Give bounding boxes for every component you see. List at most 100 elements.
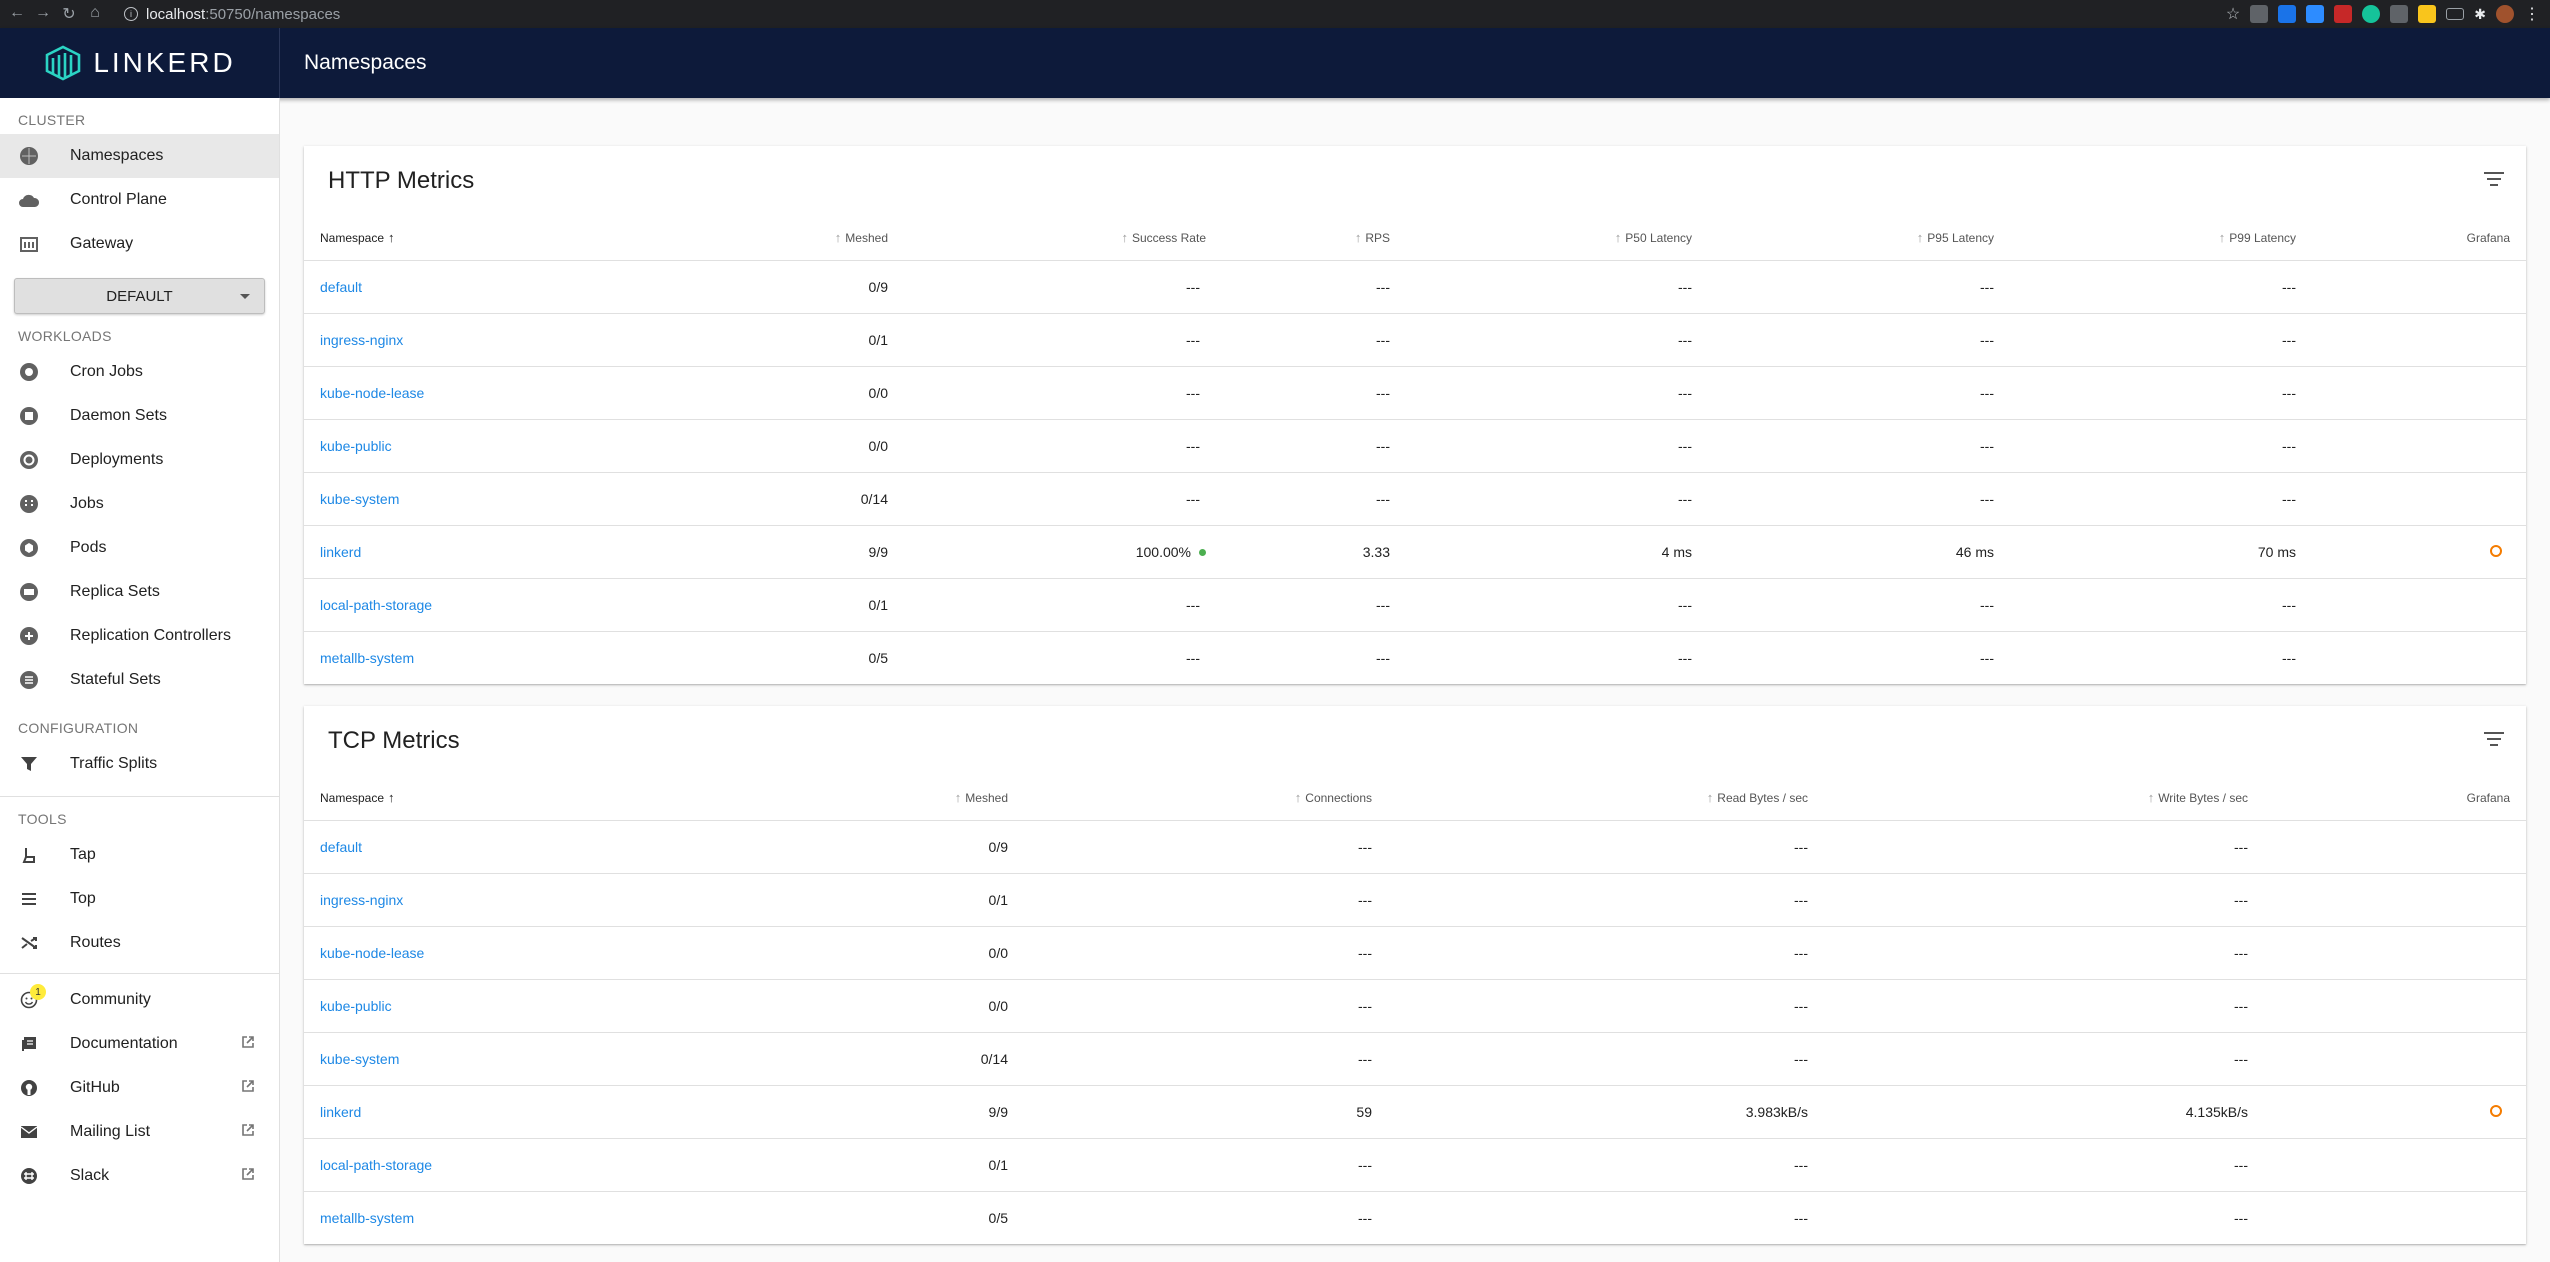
namespace-link[interactable]: linkerd [304,1085,724,1139]
sidebar-item-replication-controllers[interactable]: Replication Controllers [0,614,279,658]
meshed-cell: 9/9 [604,525,904,579]
column-header-namespace[interactable]: Namespace ↑ [304,776,724,821]
sidebar-item-pods[interactable]: Pods [0,526,279,570]
filter-icon [18,753,40,775]
namespace-link[interactable]: metallb-system [304,1191,724,1244]
extension-icon[interactable] [2362,5,2381,23]
card-title: TCP Metrics [304,706,2526,776]
sidebar-item-top[interactable]: Top [0,877,279,921]
menu-icon[interactable]: ⋮ [2524,4,2540,24]
extension-icon[interactable] [2306,5,2325,23]
sidebar-item-jobs[interactable]: Jobs [0,482,279,526]
reload-icon[interactable]: ↻ [56,4,82,24]
namespace-link[interactable]: ingress-nginx [304,313,604,367]
column-header-meshed[interactable]: ↑ Meshed [724,776,1024,821]
grafana-icon[interactable] [2490,1104,2502,1117]
sidebar-item-deployments[interactable]: Deployments [0,438,279,482]
sidebar-item-routes[interactable]: Routes [0,921,279,965]
sidebar-item-namespaces[interactable]: Namespaces [0,134,279,178]
namespace-link[interactable]: local-path-storage [304,1138,724,1192]
column-header-p95[interactable]: ↑ P95 Latency [1708,216,2010,261]
namespace-link[interactable]: local-path-storage [304,578,604,632]
write-bytes-cell: --- [1824,979,2264,1033]
column-header-meshed[interactable]: ↑ Meshed [604,216,904,261]
section-label-tools: TOOLS [18,811,67,827]
sidebar-item-gateway[interactable]: Gateway [0,222,279,266]
sidebar-item-traffic-splits[interactable]: Traffic Splits [0,742,279,786]
column-header-read-bytes[interactable]: ↑ Read Bytes / sec [1388,776,1824,821]
filter-list-icon[interactable] [2484,172,2504,188]
connections-cell: --- [1024,1138,1388,1192]
section-label-configuration: CONFIGURATION [18,720,139,736]
puzzle-icon[interactable]: ✱ [2474,6,2486,23]
info-icon[interactable]: i [124,7,138,21]
table-row: linkerd 9/9 59 3.983kB/s 4.135kB/s [304,1085,2526,1139]
namespace-link[interactable]: metallb-system [304,631,604,684]
extension-icon[interactable] [2278,5,2297,23]
column-header-grafana: Grafana [2264,776,2526,821]
forward-icon[interactable]: → [30,4,56,24]
column-header-p99[interactable]: ↑ P99 Latency [2010,216,2312,261]
table-row: kube-system 0/14 --- --- --- --- --- [304,472,2526,526]
extension-icon[interactable] [2334,5,2353,23]
address-bar[interactable]: i localhost:50750/namespaces [124,6,340,23]
meshed-cell: 9/9 [724,1085,1024,1139]
filter-list-icon[interactable] [2484,732,2504,748]
p50-cell: --- [1406,472,1708,526]
sidebar-item-community[interactable]: 1 Community [0,978,279,1022]
p95-cell: --- [1708,260,2010,314]
cron-jobs-icon [18,361,40,383]
namespace-link[interactable]: kube-system [304,472,604,526]
connections-cell: 59 [1024,1085,1388,1139]
grafana-icon[interactable] [2490,544,2502,557]
extension-icon[interactable] [2390,5,2409,23]
table-row: kube-node-lease 0/0 --- --- --- --- --- [304,366,2526,420]
sidebar-item-documentation[interactable]: Documentation [0,1022,279,1066]
success-rate-value: --- [1186,384,1200,401]
table-row: default 0/9 --- --- --- [304,820,2526,874]
sidebar-item-label: Mailing List [70,1123,151,1140]
namespace-link[interactable]: kube-node-lease [304,366,604,420]
column-header-connections[interactable]: ↑ Connections [1024,776,1388,821]
back-icon[interactable]: ← [4,4,30,24]
column-header-write-bytes[interactable]: ↑ Write Bytes / sec [1824,776,2264,821]
sidebar-item-mailing-list[interactable]: Mailing List [0,1110,279,1154]
namespace-link[interactable]: linkerd [304,525,604,579]
gateway-icon [18,233,40,255]
column-header-p50[interactable]: ↑ P50 Latency [1406,216,1708,261]
star-icon[interactable]: ☆ [2226,4,2240,24]
sort-ascending-icon: ↑ [388,790,395,806]
namespace-link[interactable]: default [304,820,724,874]
profile-avatar[interactable] [2496,5,2514,23]
extension-icon[interactable] [2446,8,2465,20]
sidebar-item-stateful-sets[interactable]: Stateful Sets [0,658,279,702]
namespace-link[interactable]: default [304,260,604,314]
namespace-link[interactable]: kube-public [304,979,724,1033]
write-bytes-cell: --- [1824,820,2264,874]
sidebar-item-slack[interactable]: Slack [0,1154,279,1198]
connections-cell: --- [1024,1032,1388,1086]
namespace-select[interactable]: DEFAULT [14,278,265,314]
sort-icon: ↑ [1706,790,1714,806]
column-header-rps[interactable]: ↑ RPS [1222,216,1406,261]
namespace-link[interactable]: kube-node-lease [304,926,724,980]
sidebar-item-daemon-sets[interactable]: Daemon Sets [0,394,279,438]
sidebar-item-replica-sets[interactable]: Replica Sets [0,570,279,614]
column-header-namespace[interactable]: Namespace ↑ [304,216,604,261]
home-icon[interactable]: ⌂ [82,4,108,24]
p99-cell: --- [2010,313,2312,367]
sidebar-item-tap[interactable]: Tap [0,833,279,877]
extension-icon[interactable] [2250,5,2269,23]
extension-icon[interactable] [2418,5,2437,23]
namespace-link[interactable]: ingress-nginx [304,873,724,927]
namespace-link[interactable]: kube-public [304,419,604,473]
sidebar-item-control-plane[interactable]: Control Plane [0,178,279,222]
sort-icon: ↑ [2147,790,2155,806]
brand-logo[interactable]: LINKERD [0,28,280,98]
sidebar-item-cron-jobs[interactable]: Cron Jobs [0,350,279,394]
rps-cell: --- [1222,472,1406,526]
sidebar-item-github[interactable]: GitHub [0,1066,279,1110]
p50-cell: --- [1406,260,1708,314]
column-header-success-rate[interactable]: ↑ Success Rate [904,216,1222,261]
namespace-link[interactable]: kube-system [304,1032,724,1086]
